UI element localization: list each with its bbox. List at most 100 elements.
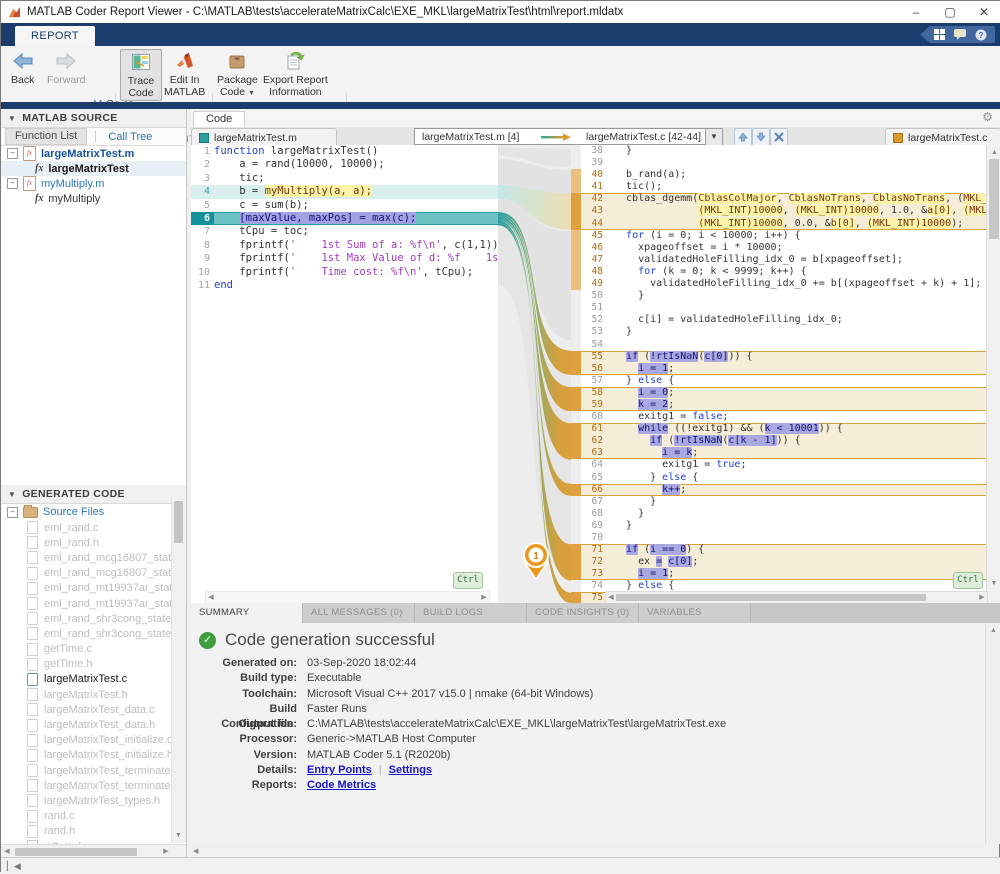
summary-link[interactable]: Entry Points — [307, 764, 372, 776]
code-line[interactable]: 71 if (i == 0) { — [571, 544, 986, 556]
code-line[interactable]: 62 if (!rtIsNaN(c[k - 1])) { — [571, 435, 986, 447]
code-line[interactable]: 63 i = k; — [571, 447, 986, 459]
code-line[interactable]: 47 validatedHoleFilling_idx_0 = b[xpageo… — [571, 254, 986, 266]
matlab-source-header[interactable]: ▼ MATLAB SOURCE — [1, 109, 186, 128]
code-line[interactable]: 57 } else { — [571, 375, 986, 387]
code-line[interactable]: 2 a = rand(10000, 10000); — [191, 158, 498, 171]
collapse-panel-icon[interactable]: ▏◀ — [7, 861, 21, 872]
bottom-tab-code-insights-[interactable]: CODE INSIGHTS (0) — [527, 603, 639, 623]
code-line[interactable]: 48 for (k = 0; k < 9999; k++) { — [571, 266, 986, 278]
generated-file-item[interactable]: eml_rand_mcg16807_statefu — [1, 566, 186, 581]
trace-selector-combobox[interactable]: largeMatrixTest.m [4] largeMatrixTest.c … — [414, 128, 706, 145]
package-code-button[interactable]: Package Code ▼ — [217, 50, 258, 100]
scroll-right-arrow[interactable]: ▶ — [977, 592, 987, 604]
generated-file-item[interactable]: getTime.h — [1, 657, 186, 672]
close-button[interactable]: ✕ — [967, 2, 1000, 23]
m-file-tab[interactable]: largeMatrixTest.m — [191, 128, 337, 146]
code-line[interactable]: 52 c[i] = validatedHoleFilling_idx_0; — [571, 314, 986, 326]
sidebar-vertical-scrollbar[interactable]: ▼ — [171, 498, 186, 843]
code-line[interactable]: 3 tic; — [191, 172, 498, 185]
c-code-pane[interactable]: 38 }3940 b_rand(a);41 tic();42 cblas_dge… — [571, 145, 986, 603]
code-line[interactable]: 61 while ((!exitg1) && (k < 10001)) { — [571, 423, 986, 435]
feedback-bubble-icon[interactable] — [954, 29, 966, 40]
scroll-right-arrow[interactable]: ▶ — [160, 846, 172, 858]
code-line[interactable]: 56 i = 1; — [571, 363, 986, 375]
trace-code-button[interactable]: Trace Code — [120, 49, 162, 101]
edit-in-matlab-button[interactable]: Edit In MATLAB — [164, 50, 205, 98]
summary-link[interactable]: Settings — [389, 764, 432, 776]
scroll-left-arrow[interactable]: ◀ — [606, 592, 616, 604]
scroll-down-arrow[interactable]: ▼ — [987, 578, 1000, 590]
source-file-item[interactable]: –fxmyMultiply.m — [1, 176, 186, 191]
function-item[interactable]: fxlargeMatrixTest — [1, 161, 186, 176]
generated-file-item[interactable]: largeMatrixTest.h — [1, 687, 186, 702]
back-button[interactable]: Back — [11, 50, 34, 86]
source-file-item[interactable]: –fxlargeMatrixTest.m — [1, 146, 186, 161]
c-pane-vertical-scrollbar[interactable]: ▲ ▼ — [986, 145, 1000, 603]
next-trace-button[interactable] — [752, 128, 770, 146]
scroll-down-arrow[interactable]: ▼ — [172, 830, 185, 842]
code-line[interactable]: 42 cblas_dgemm(CblasColMajor, CblasNoTra… — [571, 193, 986, 205]
trace-marker-pin[interactable]: 1 — [524, 543, 548, 579]
code-line[interactable]: 50 } — [571, 290, 986, 302]
generated-file-item[interactable]: largeMatrixTest_data.c — [1, 702, 186, 717]
scroll-up-arrow[interactable]: ▲ — [986, 625, 1000, 637]
code-line[interactable]: 73 i = 1; — [571, 568, 986, 580]
code-line[interactable]: 65 } else { — [571, 472, 986, 484]
scroll-left-arrow[interactable]: ◀ — [1, 846, 13, 858]
gear-icon[interactable]: ⚙ — [982, 110, 993, 124]
generated-file-item[interactable]: largeMatrixTest_data.h — [1, 717, 186, 732]
collapse-box-icon[interactable]: – — [7, 148, 18, 159]
code-line[interactable]: 40 b_rand(a); — [571, 169, 986, 181]
tab-function-list[interactable]: Function List — [5, 128, 87, 145]
code-line[interactable]: 9 fprintf(' 1st Max Value of d: %f 1st M… — [191, 252, 498, 265]
code-line[interactable]: 4 b = myMultiply(a, a); — [191, 185, 498, 198]
code-line[interactable]: 59 k = 2; — [571, 399, 986, 411]
source-files-root[interactable]: –Source Files — [1, 504, 186, 520]
scroll-right-arrow[interactable]: ▶ — [479, 592, 489, 604]
code-line[interactable]: 69 } — [571, 520, 986, 532]
code-line[interactable]: 11end — [191, 279, 498, 292]
layout-grid-icon[interactable] — [934, 29, 945, 40]
generated-file-item[interactable]: getTime.c — [1, 642, 186, 657]
code-line[interactable]: 1function largeMatrixTest() — [191, 145, 498, 158]
code-line[interactable]: 64 exitg1 = true; — [571, 459, 986, 471]
generated-file-item[interactable]: largeMatrixTest_types.h — [1, 793, 186, 808]
code-line[interactable]: 43 (MKL_INT)10000, (MKL_INT)10000, 1.0, … — [571, 205, 986, 217]
code-line[interactable]: 54 — [571, 339, 986, 351]
forward-button[interactable]: Forward — [47, 50, 86, 86]
tab-call-tree[interactable]: Call Tree — [96, 131, 164, 143]
collapse-box-icon[interactable]: – — [7, 178, 18, 189]
tab-code[interactable]: Code — [193, 111, 245, 128]
code-line[interactable]: 67 } — [571, 496, 986, 508]
code-line[interactable]: 5 c = sum(b); — [191, 199, 498, 212]
sidebar-horizontal-scrollbar[interactable]: ◀ ▶ — [1, 844, 186, 858]
code-line[interactable]: 8 fprintf(' 1st Sum of a: %f\n', c(1,1))… — [191, 239, 498, 252]
bottom-tab-all-messages-[interactable]: ALL MESSAGES (0) — [303, 603, 415, 623]
generated-file-item[interactable]: eml_rand_mt19937ar_statefu — [1, 581, 186, 596]
maximize-button[interactable]: ▢ — [933, 2, 967, 23]
scroll-left-arrow[interactable]: ◀ — [206, 592, 216, 604]
clear-trace-button[interactable] — [770, 128, 788, 146]
code-line[interactable]: 51 — [571, 302, 986, 314]
code-line[interactable]: 49 validatedHoleFilling_idx_0 += b[(xpag… — [571, 278, 986, 290]
generated-file-item[interactable]: eml_rand_shr3cong_stateful — [1, 626, 186, 641]
summary-scroll-left-arrow[interactable]: ◀ — [193, 847, 198, 855]
function-item[interactable]: fxmyMultiply — [1, 191, 186, 206]
minimize-button[interactable]: – — [899, 2, 933, 23]
code-line[interactable]: 60 exitg1 = false; — [571, 411, 986, 423]
code-line[interactable]: 58 i = 0; — [571, 387, 986, 399]
bottom-tab-build-logs[interactable]: BUILD LOGS — [415, 603, 527, 623]
code-line[interactable]: 7 tCpu = toc; — [191, 225, 498, 238]
generated-file-item[interactable]: eml_rand_mt19937ar_statefu — [1, 596, 186, 611]
code-line[interactable]: 68 } — [571, 508, 986, 520]
generated-file-item[interactable]: largeMatrixTest.c — [1, 672, 186, 687]
generated-file-item[interactable]: largeMatrixTest_initialize.h — [1, 748, 186, 763]
scroll-up-arrow[interactable]: ▲ — [987, 147, 1000, 159]
generated-file-item[interactable]: eml_rand_mcg16807_statefu — [1, 550, 186, 565]
matlab-code-pane[interactable]: 1function largeMatrixTest()2 a = rand(10… — [191, 145, 498, 603]
code-line[interactable]: 10 fprintf(' Time cost: %f\n', tCpu); — [191, 266, 498, 279]
generated-file-item[interactable]: rand.c — [1, 809, 186, 824]
tab-report[interactable]: REPORT — [15, 26, 95, 46]
previous-trace-button[interactable] — [734, 128, 752, 146]
